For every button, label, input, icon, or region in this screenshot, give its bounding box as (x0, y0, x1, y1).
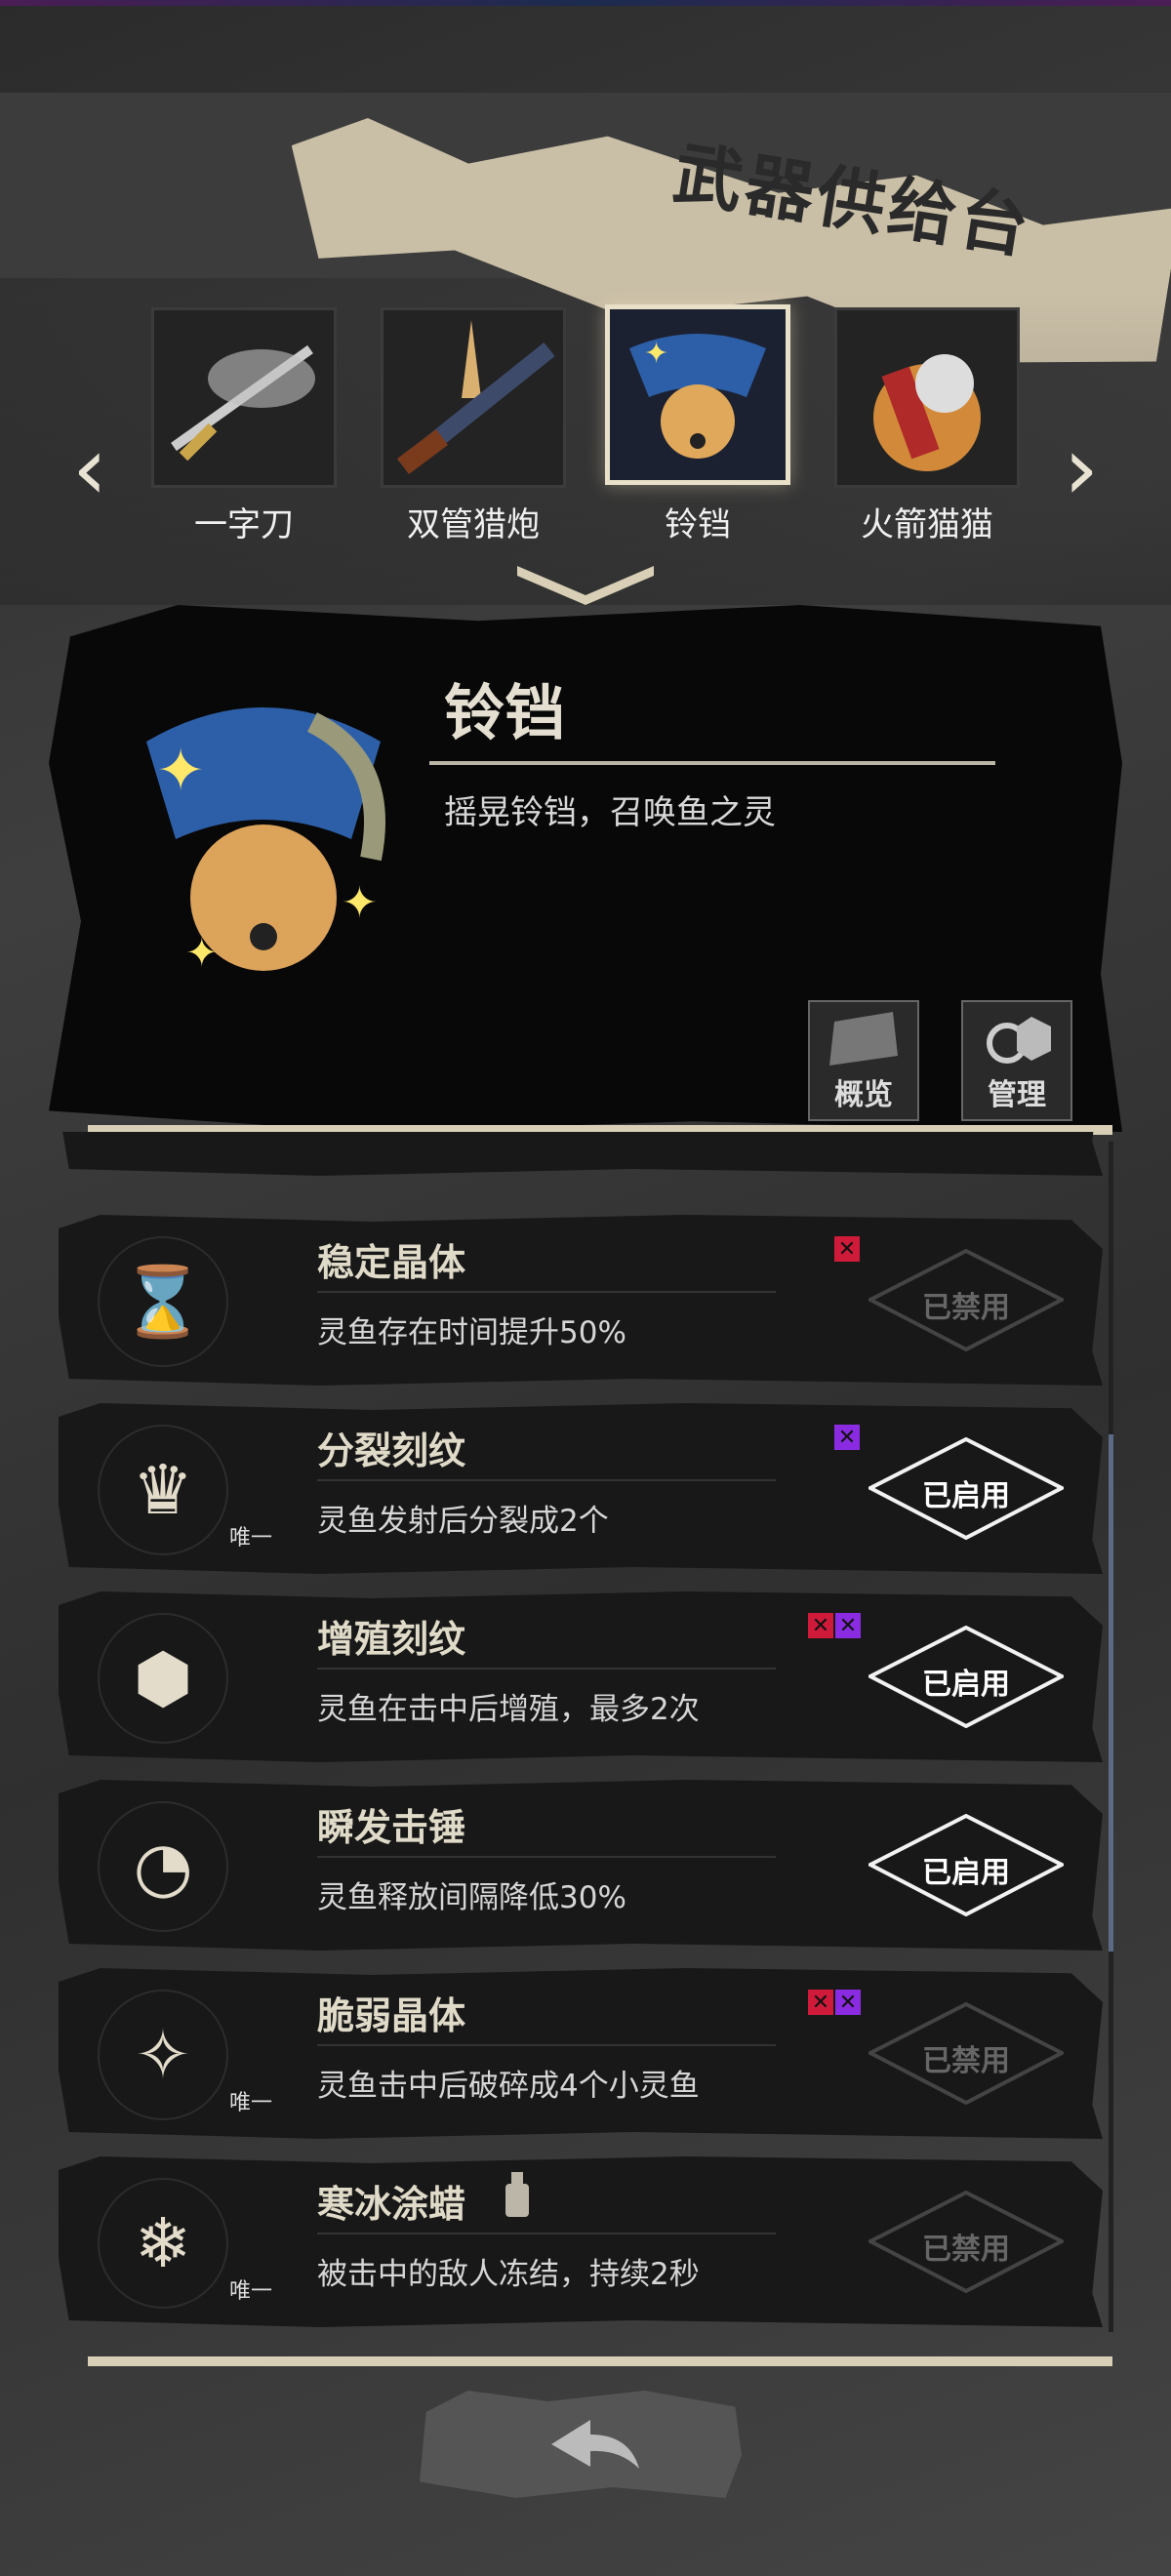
purple-mark-icon: ✕ (835, 1990, 861, 2015)
row-divider (317, 1856, 776, 1858)
red-mark-icon: ✕ (808, 1990, 833, 2015)
purple-mark-icon: ✕ (835, 1613, 861, 1638)
weapon-name-underline (429, 761, 995, 765)
weapon-label-katana: 一字刀 (194, 505, 294, 544)
upgrade-name: 寒冰涂蜡 (317, 2183, 466, 2226)
row-divider (317, 1668, 776, 1670)
weapon-label-rocket-cat: 火箭猫猫 (861, 505, 993, 544)
stopwatch-icon: ◔ (98, 1801, 228, 1932)
weapon-label-shotgun: 双管猎炮 (407, 505, 540, 544)
manage-button[interactable]: 管理 (961, 1000, 1072, 1121)
red-mark-icon: ✕ (808, 1613, 833, 1638)
list-item: ⌛ 稳定晶体 灵鱼存在时间提升50% ✕ 已禁用 (59, 1215, 1103, 1386)
tag-marks: ✕ (834, 1236, 860, 1262)
unique-tag: 唯一 (229, 1526, 273, 1550)
upgrade-name: 增殖刻纹 (317, 1618, 466, 1661)
row-divider (317, 1479, 776, 1481)
shattered-crystal-icon: ✧ (98, 1990, 228, 2120)
row-divider (317, 2233, 776, 2234)
hourglass-sword-icon: ⌛ (98, 1236, 228, 1367)
hexagons-icon: ⬢ (98, 1613, 228, 1744)
weapon-tab-shotgun[interactable] (381, 307, 566, 488)
unique-tag: 唯一 (229, 2279, 273, 2304)
list-item: ✧ 唯一 脆弱晶体 灵鱼击中后破碎成4个小灵鱼 ✕ ✕ 已禁用 (59, 1968, 1103, 2139)
list-item: ♛ 唯一 分裂刻纹 灵鱼发射后分裂成2个 ✕ 已启用 (59, 1403, 1103, 1574)
list-bottom-divider (88, 2356, 1112, 2366)
svg-text:✦: ✦ (156, 737, 205, 805)
svg-text:✦: ✦ (644, 337, 668, 371)
map-icon (829, 1012, 898, 1066)
upgrade-desc: 被击中的敌人冻结，持续2秒 (317, 2257, 700, 2292)
manage-label: 管理 (988, 1078, 1046, 1112)
chevron-down-icon (517, 566, 654, 605)
upgrade-name: 稳定晶体 (317, 1241, 466, 1284)
gear-icon (987, 1017, 1051, 1064)
bell-icon: ✦ (629, 334, 766, 459)
upgrade-name: 脆弱晶体 (317, 1994, 466, 2037)
unique-tag: 唯一 (229, 2091, 273, 2115)
upgrade-desc: 灵鱼在击中后增殖，最多2次 (317, 1692, 700, 1727)
upgrade-name: 瞬发击锤 (317, 1806, 466, 1849)
weapon-tab-bell[interactable]: ✦ (605, 304, 790, 485)
upgrade-desc: 灵鱼发射后分裂成2个 (317, 1504, 609, 1539)
toggle-label: 已启用 (922, 1856, 1010, 1890)
spray-can-icon (505, 2172, 529, 2217)
row-divider (317, 1291, 776, 1293)
list-item: ⬢ 增殖刻纹 灵鱼在击中后增殖，最多2次 ✕ ✕ 已启用 (59, 1591, 1103, 1762)
shotgun-icon (397, 320, 555, 474)
upgrade-list[interactable]: ⌛ 稳定晶体 灵鱼存在时间提升50% ✕ 已禁用 ♛ 唯一 分裂刻纹 灵鱼发射后… (59, 1132, 1112, 2352)
snowflake-icon: ❄ (98, 2178, 228, 2309)
toggle-label: 已禁用 (922, 1291, 1010, 1325)
weapon-label-bell: 铃铛 (665, 505, 731, 544)
weapon-large-bell-icon: ✦ ✦ ✦ (146, 707, 385, 976)
list-item: ❄ 唯一 寒冰涂蜡 被击中的敌人冻结，持续2秒 已禁用 (59, 2156, 1103, 2327)
overview-button[interactable]: 概览 (808, 1000, 919, 1121)
toggle-label: 已禁用 (922, 2233, 1010, 2267)
weapon-description: 摇晃铃铛，召唤鱼之灵 (444, 793, 776, 832)
tag-marks: ✕ ✕ (808, 1990, 861, 2015)
upgrade-desc: 灵鱼存在时间提升50% (317, 1315, 626, 1350)
katana-icon (171, 344, 315, 462)
toggle-label: 已启用 (922, 1668, 1010, 1702)
tag-marks: ✕ ✕ (808, 1613, 861, 1638)
svg-text:✦: ✦ (185, 931, 219, 976)
row-divider (317, 2044, 776, 2046)
tag-marks: ✕ (834, 1425, 860, 1450)
list-item: ◔ 瞬发击锤 灵鱼释放间隔降低30% 已启用 (59, 1780, 1103, 1951)
purple-mark-icon: ✕ (834, 1425, 860, 1450)
red-mark-icon: ✕ (834, 1236, 860, 1262)
upgrade-name: 分裂刻纹 (317, 1429, 466, 1472)
list-item-partial (59, 1132, 1103, 1176)
scrollbar-thumb[interactable] (1109, 1434, 1113, 1952)
prev-arrow-icon[interactable]: ‹ (61, 418, 119, 520)
next-arrow-icon[interactable]: › (1052, 418, 1110, 520)
upgrade-desc: 灵鱼击中后破碎成4个小灵鱼 (317, 2069, 700, 2104)
upgrade-desc: 灵鱼释放间隔降低30% (317, 1880, 626, 1915)
split-crown-icon: ♛ (98, 1425, 228, 1555)
weapon-name: 铃铛 (444, 677, 566, 748)
toggle-label: 已启用 (922, 1479, 1010, 1513)
rocket-cat-icon (873, 354, 981, 471)
weapon-tab-rocket-cat[interactable] (834, 307, 1020, 488)
toggle-label: 已禁用 (922, 2044, 1010, 2078)
back-arrow-icon (551, 2420, 639, 2469)
overview-label: 概览 (834, 1078, 893, 1112)
top-edge (0, 0, 1171, 6)
svg-text:✦: ✦ (342, 878, 378, 928)
weapon-tab-katana[interactable] (151, 307, 337, 488)
back-button[interactable] (420, 2391, 742, 2498)
